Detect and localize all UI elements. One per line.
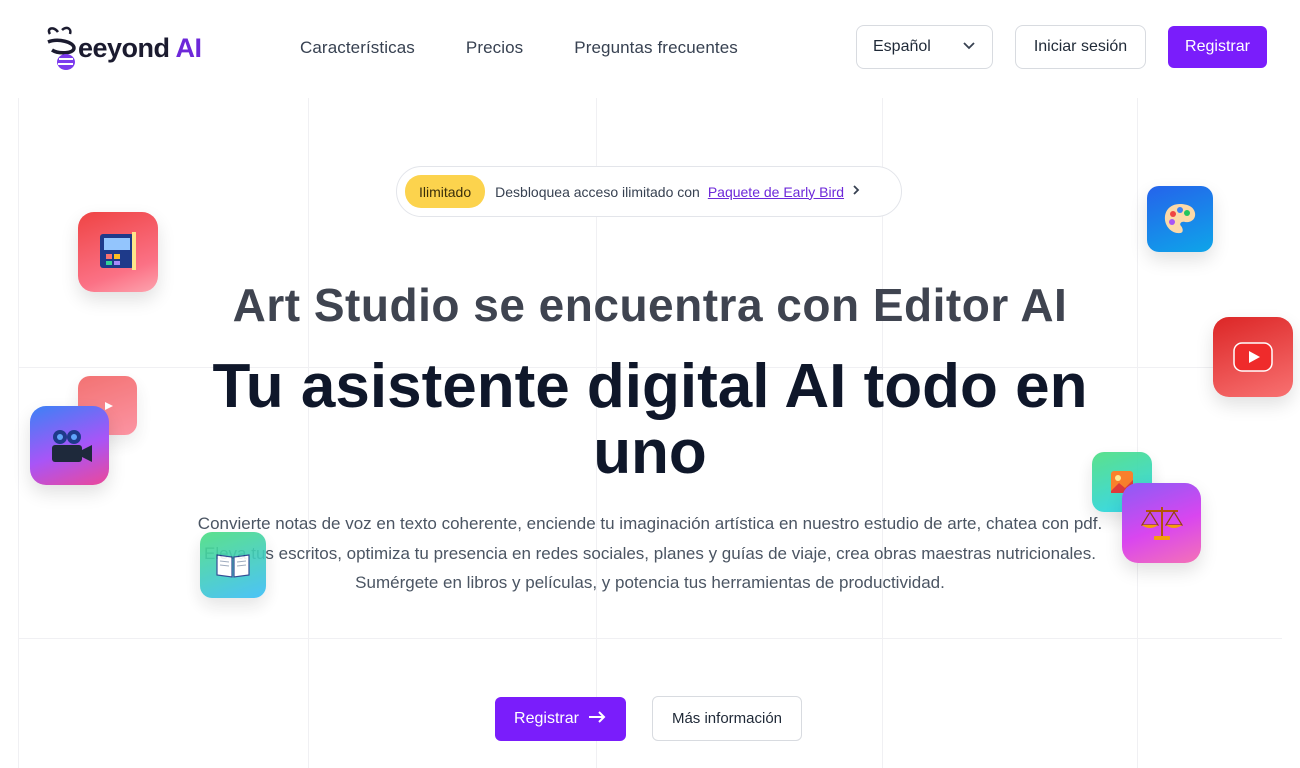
logo-wordmark: eeyond — [78, 32, 170, 63]
description-line: Eleva tus escritos, optimiza tu presenci… — [203, 543, 1096, 563]
chevron-right-icon[interactable] — [852, 183, 860, 201]
video-camera-icon — [30, 406, 109, 485]
chevron-down-icon — [962, 38, 976, 56]
hero-register-button[interactable]: Registrar — [495, 697, 626, 741]
hero-description: Convierte notas de voz en texto coherent… — [165, 509, 1135, 598]
grid-line — [1137, 98, 1138, 768]
language-select[interactable]: Español — [856, 25, 993, 69]
site-header: eeyond AI Características Precios Pregunt… — [0, 0, 1300, 98]
register-button[interactable]: Registrar — [1168, 26, 1267, 68]
nav-link-preguntas[interactable]: Preguntas frecuentes — [574, 38, 738, 58]
main-nav: Características Precios Preguntas frecue… — [300, 38, 738, 58]
description-line: Convierte notas de voz en texto coherent… — [197, 514, 1103, 533]
promo-badge: Ilimitado — [405, 175, 486, 208]
scale-icon — [1122, 483, 1201, 563]
logo-ai: AI — [175, 32, 203, 63]
grid-line — [18, 638, 1282, 639]
arrow-right-icon — [587, 710, 607, 729]
early-bird-link[interactable]: Paquete de Early Bird — [708, 184, 844, 200]
art-studio-icon — [78, 212, 158, 292]
hero-subtitle: Art Studio se encuentra con Editor AI — [232, 279, 1068, 331]
more-info-button[interactable]: Más información — [652, 696, 802, 741]
palette-icon — [1147, 186, 1213, 252]
youtube-icon — [1213, 317, 1293, 397]
bee-icon — [44, 24, 78, 72]
promo-text: Desbloquea acceso ilimitado con — [495, 183, 700, 200]
grid-line — [18, 98, 19, 768]
hero-register-label: Registrar — [514, 710, 579, 727]
promo-banner: Ilimitado Desbloquea acceso ilimitado co… — [396, 166, 902, 217]
nav-link-caracteristicas[interactable]: Características — [300, 38, 415, 58]
logo[interactable]: eeyond AI — [44, 24, 202, 72]
nav-link-precios[interactable]: Precios — [466, 38, 523, 58]
description-line: Sumérgete en libros y películas, y poten… — [355, 573, 945, 592]
hero-title: Tu asistente digital AI todo en uno — [212, 352, 1088, 487]
language-value: Español — [873, 38, 931, 55]
book-icon — [200, 532, 266, 598]
login-button[interactable]: Iniciar sesión — [1015, 25, 1146, 69]
